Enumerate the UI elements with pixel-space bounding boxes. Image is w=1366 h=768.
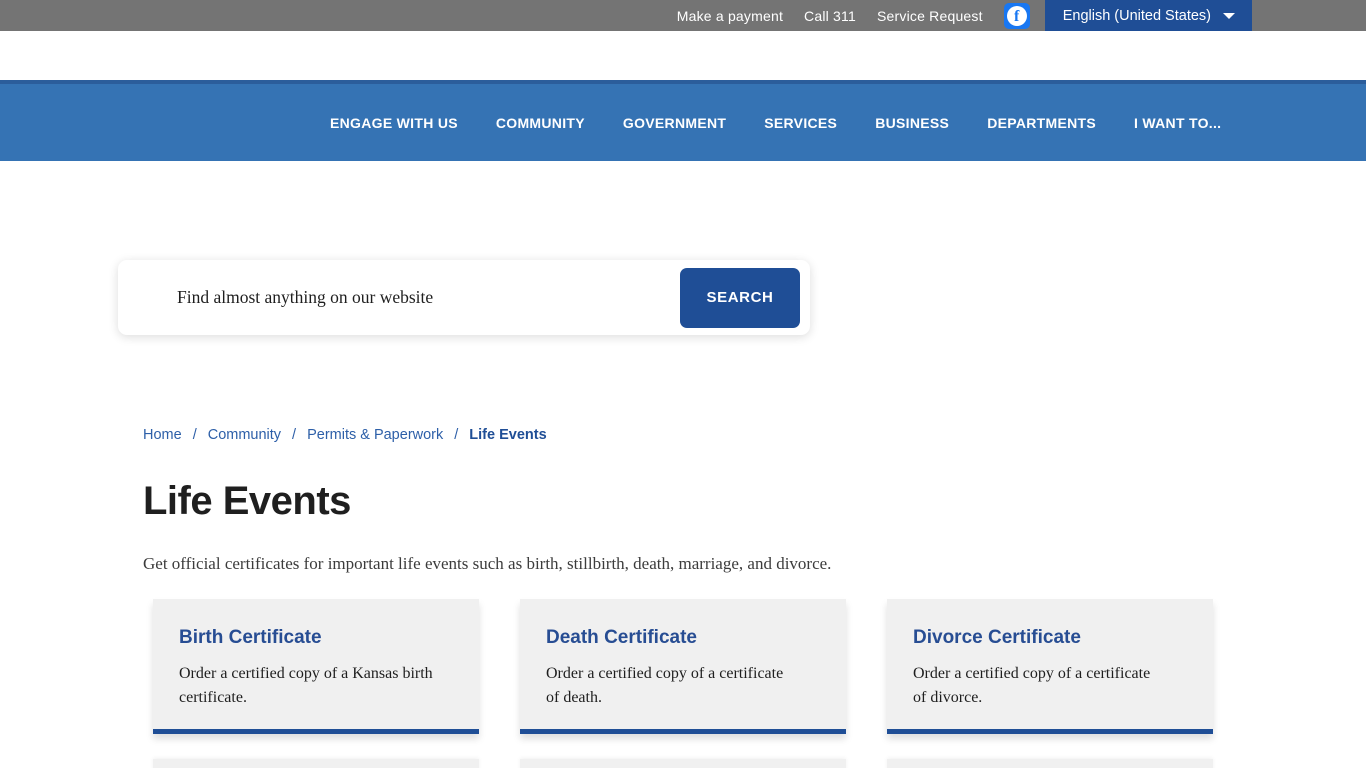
breadcrumb-home[interactable]: Home <box>143 427 182 443</box>
facebook-icon[interactable]: f <box>1003 2 1030 29</box>
card-stub[interactable] <box>153 759 479 768</box>
search-bar: SEARCH <box>118 260 810 335</box>
cards-grid: Birth Certificate Order a certified copy… <box>153 599 1366 734</box>
page-content: Home / Community / Permits & Paperwork /… <box>0 427 1366 768</box>
breadcrumb: Home / Community / Permits & Paperwork /… <box>143 427 1366 443</box>
nav-item-engage-with-us[interactable]: ENGAGE WITH US <box>330 115 458 131</box>
breadcrumb-separator: / <box>192 427 197 443</box>
cards-grid-second-row <box>153 759 1366 768</box>
breadcrumb-community[interactable]: Community <box>208 427 281 443</box>
card-title: Divorce Certificate <box>913 627 1081 648</box>
nav-item-departments[interactable]: DEPARTMENTS <box>987 115 1096 131</box>
language-selector[interactable]: English (United States) <box>1044 0 1252 31</box>
card-birth-certificate[interactable]: Birth Certificate Order a certified copy… <box>153 599 479 734</box>
facebook-f-glyph: f <box>1014 7 1020 25</box>
search-button[interactable]: SEARCH <box>680 267 800 328</box>
header-band <box>0 31 1366 80</box>
page-title: Life Events <box>143 479 351 523</box>
nav-item-business[interactable]: BUSINESS <box>875 115 949 131</box>
call-311-link[interactable]: Call 311 <box>804 8 856 24</box>
topbar: Make a payment Call 311 Service Request … <box>0 0 1366 31</box>
nav-item-i-want-to[interactable]: I WANT TO... <box>1134 115 1221 131</box>
main-nav: ENGAGE WITH US COMMUNITY GOVERNMENT SERV… <box>0 80 1366 161</box>
nav-item-government[interactable]: GOVERNMENT <box>623 115 726 131</box>
card-description: Order a certified copy of a certificate … <box>913 665 1151 706</box>
card-description: Order a certified copy of a certificate … <box>546 665 784 706</box>
card-title: Birth Certificate <box>179 627 322 648</box>
search-input[interactable] <box>118 260 680 335</box>
breadcrumb-permits-paperwork[interactable]: Permits & Paperwork <box>307 427 443 443</box>
make-a-payment-link[interactable]: Make a payment <box>677 8 783 24</box>
breadcrumb-separator: / <box>292 427 297 443</box>
service-request-link[interactable]: Service Request <box>877 8 983 24</box>
card-stub[interactable] <box>887 759 1213 768</box>
nav-item-services[interactable]: SERVICES <box>764 115 837 131</box>
nav-item-community[interactable]: COMMUNITY <box>496 115 585 131</box>
card-divorce-certificate[interactable]: Divorce Certificate Order a certified co… <box>887 599 1213 734</box>
card-description: Order a certified copy of a Kansas birth… <box>179 665 433 706</box>
breadcrumb-separator: / <box>454 427 459 443</box>
card-title: Death Certificate <box>546 627 697 648</box>
language-label: English (United States) <box>1062 7 1211 24</box>
facebook-circle: f <box>1006 5 1027 26</box>
chevron-down-icon <box>1223 12 1235 19</box>
breadcrumb-current-life-events: Life Events <box>469 427 547 443</box>
page-description: Get official certificates for important … <box>143 554 832 573</box>
card-stub[interactable] <box>520 759 846 768</box>
card-death-certificate[interactable]: Death Certificate Order a certified copy… <box>520 599 846 734</box>
